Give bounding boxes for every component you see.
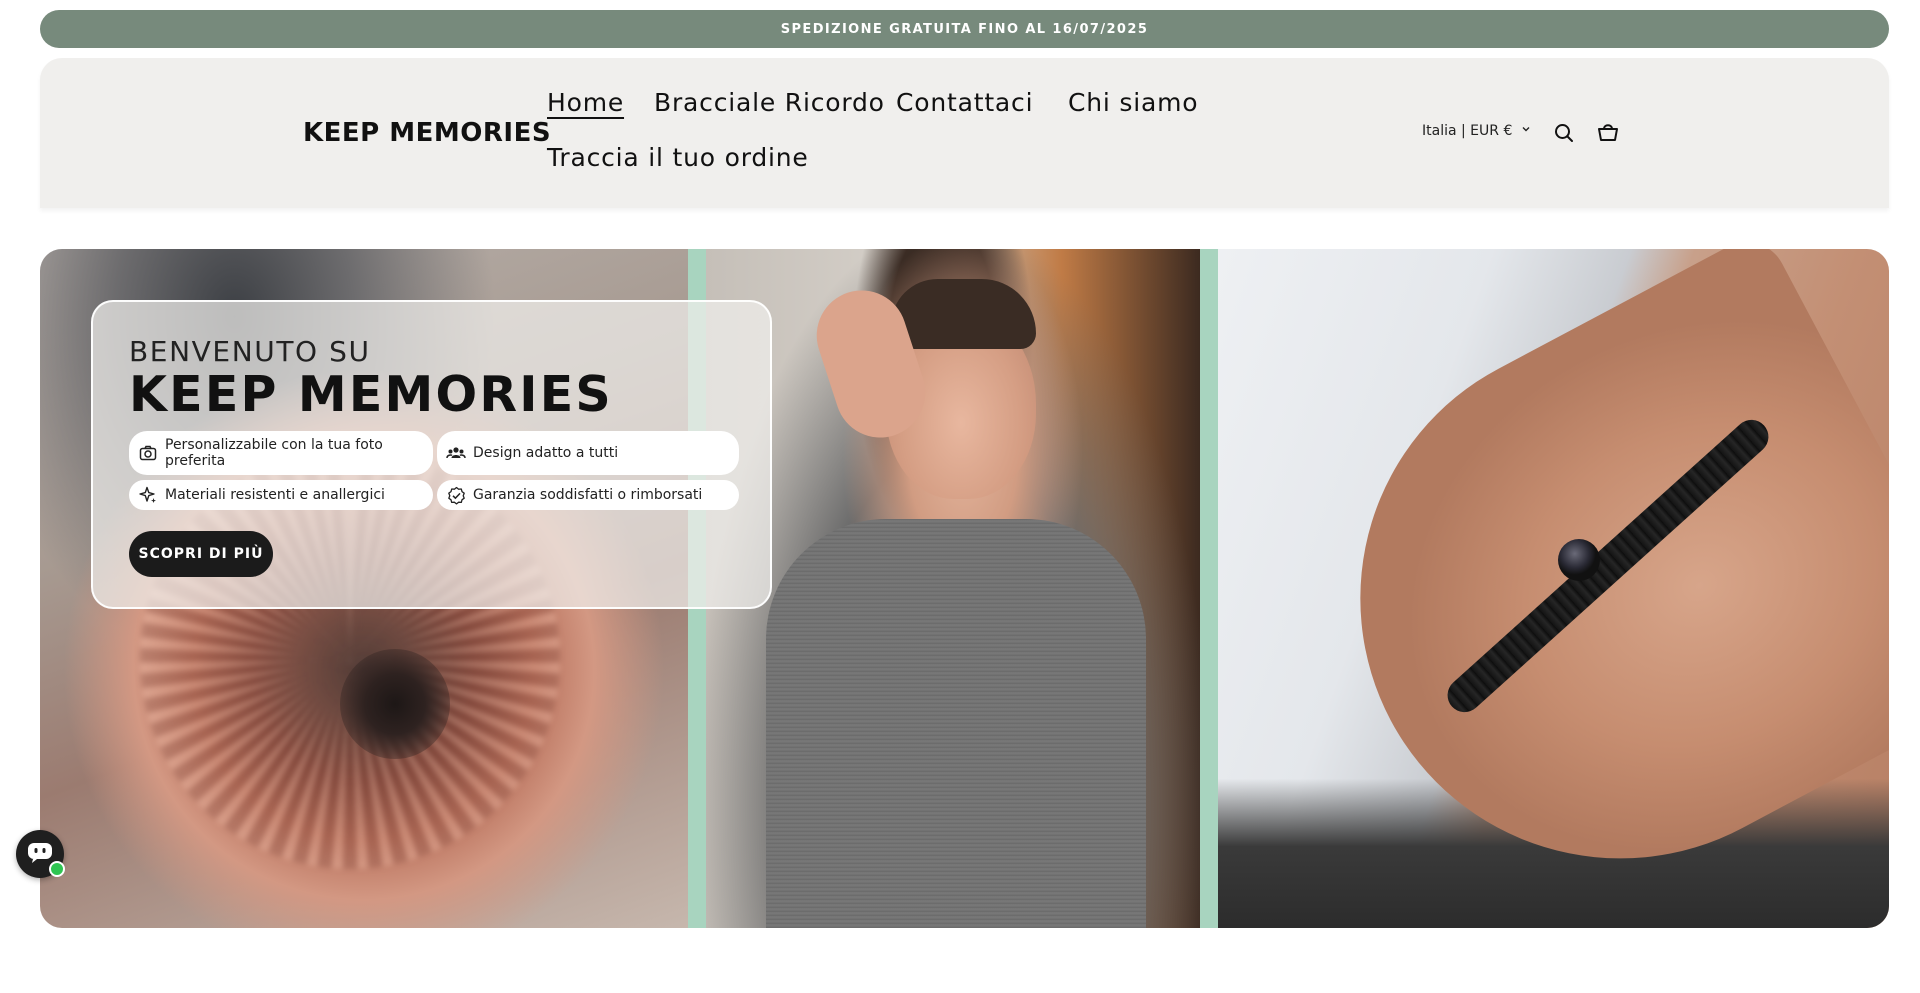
hero-card: BENVENUTO SU KEEP MEMORIES Personalizzab… [91, 300, 772, 609]
online-status-dot [49, 861, 65, 877]
badge-check-icon [445, 484, 467, 506]
nav-item-contattaci[interactable]: Contattaci [896, 88, 1033, 117]
sparkle-icon [137, 484, 159, 506]
accent-strip [1200, 249, 1218, 928]
feature-label: Personalizzabile con la tua foto preferi… [165, 437, 383, 469]
search-icon[interactable] [1551, 120, 1577, 146]
man-photo-shirt [766, 519, 1146, 928]
nav-item-chi-siamo[interactable]: Chi siamo [1068, 88, 1198, 117]
group-icon [445, 442, 467, 464]
feature-label: Design adatto a tutti [473, 445, 619, 461]
nav-item-bracciale-ricordo[interactable]: Bracciale Ricordo [654, 88, 885, 117]
feature-label: Garanzia soddisfatti o rimborsati [473, 487, 703, 503]
man-photo-hair [891, 279, 1036, 349]
site-logo[interactable]: KEEP MEMORIES [303, 118, 551, 148]
dog-photo-snout [340, 649, 450, 759]
nav-item-traccia-ordine[interactable]: Traccia il tuo ordine [547, 143, 809, 172]
bracelet-photo-stone [1558, 539, 1600, 581]
feature-pill: Design adatto a tutti [437, 431, 739, 475]
discover-more-button[interactable]: SCOPRI DI PIÙ [129, 531, 273, 577]
bracelet-wrist-photo [1218, 249, 1889, 928]
feature-pill: Garanzia soddisfatti o rimborsati [437, 480, 739, 510]
camera-icon [137, 442, 159, 464]
chevron-down-icon [1520, 123, 1532, 139]
chat-widget-button[interactable] [16, 830, 65, 878]
site-header: KEEP MEMORIES Home Bracciale Ricordo Con… [40, 58, 1889, 208]
feature-label: Materiali resistenti e anallergici [165, 487, 385, 503]
locale-selector[interactable]: Italia | EUR € [1422, 123, 1532, 139]
hero-subtitle: BENVENUTO SU [129, 335, 371, 368]
feature-pill: Personalizzabile con la tua foto preferi… [129, 431, 433, 475]
announcement-bar: SPEDIZIONE GRATUITA FINO AL 16/07/2025 [40, 10, 1889, 48]
hero-title: KEEP MEMORIES [129, 366, 613, 423]
announcement-text: SPEDIZIONE GRATUITA FINO AL 16/07/2025 [780, 21, 1149, 37]
man-photo [706, 249, 1200, 928]
nav-item-home[interactable]: Home [547, 88, 624, 117]
feature-pill: Materiali resistenti e anallergici [129, 480, 433, 510]
cart-icon[interactable] [1595, 119, 1621, 145]
locale-label: Italia | EUR € [1422, 123, 1513, 139]
